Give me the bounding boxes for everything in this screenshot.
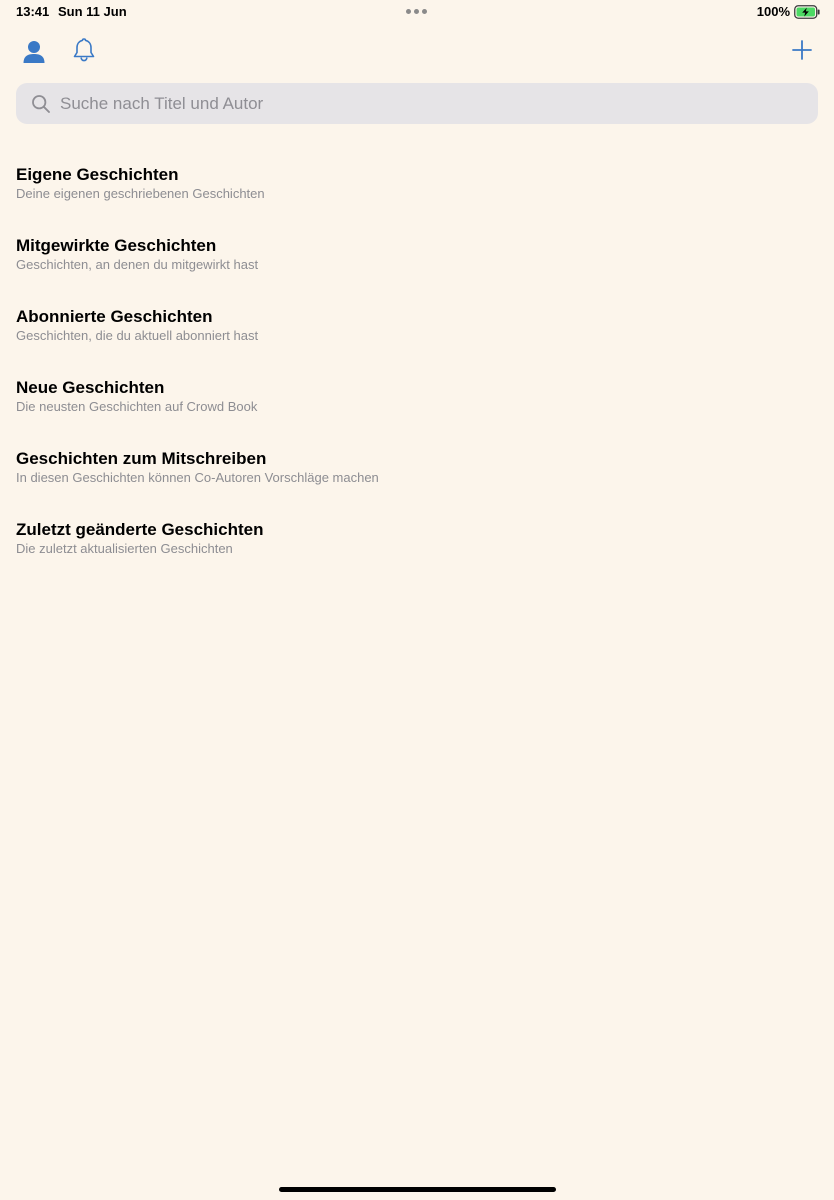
status-time: 13:41: [16, 4, 50, 19]
search-input[interactable]: [60, 91, 818, 116]
category-own-stories[interactable]: Eigene Geschichten Deine eigenen geschri…: [16, 163, 816, 233]
status-bar: 13:41 Sun 11 Jun 100%: [0, 0, 834, 24]
category-contributed-stories[interactable]: Mitgewirkte Geschichten Geschichten, an …: [16, 234, 816, 304]
category-title: Mitgewirkte Geschichten: [16, 236, 217, 255]
plus-icon: [792, 40, 812, 60]
category-title: Geschichten zum Mitschreiben: [16, 449, 267, 468]
category-subtitle: Die neusten Geschichten auf Crowd Book: [16, 399, 258, 414]
category-collaborative-stories[interactable]: Geschichten zum Mitschreiben In diesen G…: [16, 447, 816, 517]
person-icon: [23, 41, 45, 63]
category-title: Abonnierte Geschichten: [16, 307, 213, 326]
battery-percentage: 100%: [756, 4, 790, 19]
category-title: Neue Geschichten: [16, 378, 165, 397]
category-subtitle: Deine eigenen geschriebenen Geschichten: [16, 186, 265, 201]
toolbar: [0, 28, 834, 74]
category-title: Eigene Geschichten: [16, 165, 179, 184]
category-recently-updated-stories[interactable]: Zuletzt geänderte Geschichten Die zuletz…: [16, 518, 816, 588]
add-story-button[interactable]: [786, 34, 818, 66]
category-subtitle: In diesen Geschichten können Co-Autoren …: [16, 470, 379, 485]
category-subtitle: Die zuletzt aktualisierten Geschichten: [16, 541, 233, 556]
category-list: Eigene Geschichten Deine eigenen geschri…: [16, 162, 816, 588]
status-date: Sun 11 Jun: [58, 4, 127, 19]
search-bar[interactable]: [16, 83, 818, 124]
category-subscribed-stories[interactable]: Abonnierte Geschichten Geschichten, die …: [16, 305, 816, 375]
profile-button[interactable]: [18, 36, 50, 68]
notifications-button[interactable]: [68, 34, 100, 66]
battery-charging-icon: [794, 5, 820, 19]
multitasking-dots-icon[interactable]: [406, 9, 427, 14]
category-new-stories[interactable]: Neue Geschichten Die neusten Geschichten…: [16, 376, 816, 446]
search-icon: [31, 94, 51, 114]
category-subtitle: Geschichten, die du aktuell abonniert ha…: [16, 328, 259, 343]
home-indicator[interactable]: [279, 1187, 556, 1192]
bell-icon: [73, 38, 95, 62]
category-subtitle: Geschichten, an denen du mitgewirkt hast: [16, 257, 259, 272]
category-title: Zuletzt geänderte Geschichten: [16, 520, 264, 539]
